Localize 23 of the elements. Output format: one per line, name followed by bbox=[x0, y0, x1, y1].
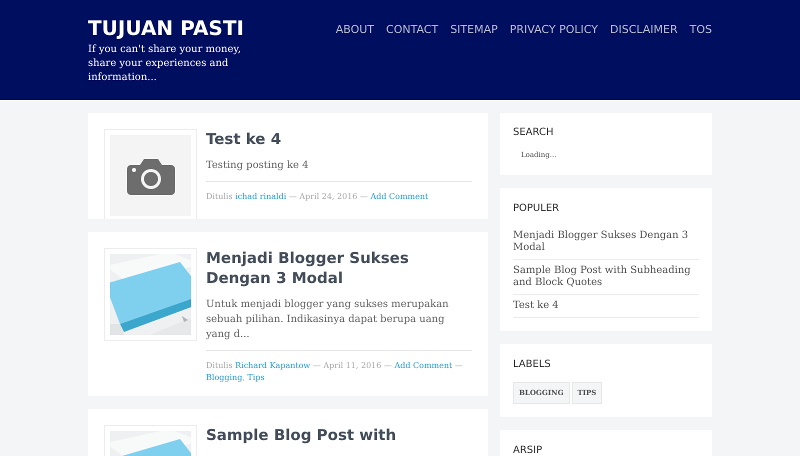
nav-link[interactable]: SITEMAP bbox=[450, 23, 498, 37]
widget-title: POPULER bbox=[513, 202, 560, 216]
nav-link[interactable]: ABOUT bbox=[336, 23, 374, 37]
nav-link[interactable]: CONTACT bbox=[386, 23, 438, 37]
widget-title: SEARCH bbox=[513, 126, 554, 140]
site-title[interactable]: TUJUAN PASTI bbox=[88, 15, 258, 41]
popular-post-link[interactable]: Test ke 4 bbox=[513, 294, 699, 318]
post-title[interactable]: Menjadi Blogger Sukses Dengan 3 Modal bbox=[206, 248, 472, 288]
widget-title: ARSIP bbox=[513, 444, 544, 456]
post-excerpt: Testing posting ke 4 bbox=[206, 158, 472, 182]
post-meta: Ditulis ichad rinaldi — April 24, 2016 — Add Comment bbox=[206, 191, 430, 203]
post-meta: Ditulis Richard Kapantow — April 11, 2016 — Add Comment — Blogging, Tips bbox=[206, 360, 464, 384]
camera-icon bbox=[126, 156, 174, 194]
post-title[interactable]: Sample Blog Post with bbox=[206, 425, 472, 445]
nav-link[interactable]: DISCLAIMER bbox=[610, 23, 678, 37]
nav-link[interactable]: TOS bbox=[690, 23, 712, 37]
popular-post-link[interactable]: Menjadi Blogger Sukses Dengan 3 Modal bbox=[513, 224, 699, 260]
post-excerpt: Untuk menjadi blogger yang sukses merupakan sebuah pilihan. Indikasinya dapat berupa uang yang d... bbox=[206, 297, 472, 351]
nav-link[interactable]: PRIVACY POLICY bbox=[510, 23, 598, 37]
site-tagline: If you can't share your money, share your experiences and information... bbox=[88, 43, 242, 85]
popular-post-link[interactable]: Sample Blog Post with Subheading and Block Quotes bbox=[513, 260, 699, 294]
widget-title: LABELS bbox=[513, 358, 552, 372]
post-title[interactable]: Test ke 4 bbox=[206, 129, 472, 149]
